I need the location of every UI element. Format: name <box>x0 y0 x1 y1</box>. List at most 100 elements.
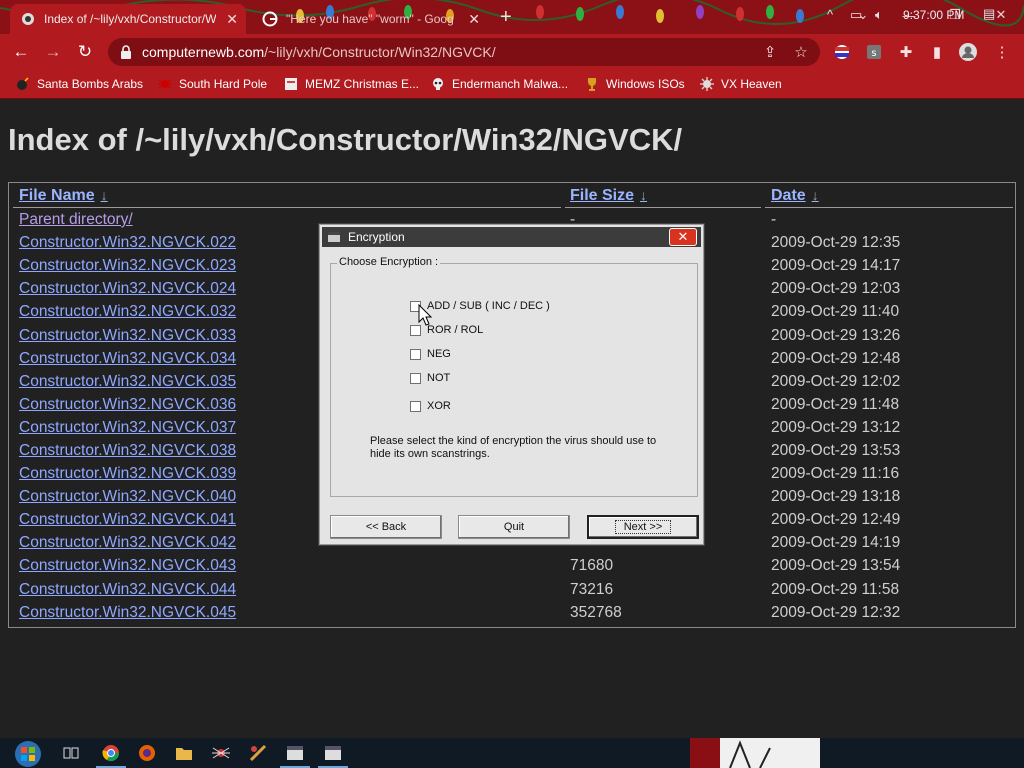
dialog-description: Please select the kind of encryption the… <box>370 435 657 460</box>
tool-app-taskbar-icon[interactable] <box>247 742 269 764</box>
new-tab-button[interactable]: + <box>500 6 512 29</box>
file-link[interactable]: Constructor.Win32.NGVCK.039 <box>19 465 236 483</box>
app-window-icon <box>328 232 340 242</box>
column-header-size[interactable]: File Size ↓ <box>570 187 647 205</box>
file-link[interactable]: Constructor.Win32.NGVCK.034 <box>19 350 236 368</box>
reload-icon[interactable]: ↻ <box>74 41 96 63</box>
next-button-label: Next >> <box>614 520 672 534</box>
checkbox[interactable] <box>410 348 421 360</box>
file-link[interactable]: Constructor.Win32.NGVCK.032 <box>19 303 236 321</box>
bookmark-item[interactable]: MEMZ Christmas E... <box>284 75 419 93</box>
header-divider <box>13 207 561 208</box>
trophy-icon <box>588 78 596 91</box>
bookmark-item[interactable]: South Hard Pole <box>158 75 267 93</box>
side-panel-icon[interactable]: ▮ <box>927 42 947 62</box>
address-bar[interactable]: computernewb.com/~lily/vxh/Constructor/W… <box>108 38 820 66</box>
option-neg[interactable]: NEG <box>410 348 451 360</box>
column-header-name[interactable]: File Name ↓ <box>19 187 108 205</box>
option-xor[interactable]: XOR <box>410 400 451 412</box>
file-link[interactable]: Constructor.Win32.NGVCK.045 <box>19 604 236 622</box>
page-title: Index of /~lily/vxh/Constructor/Win32/NG… <box>8 122 683 157</box>
start-button[interactable] <box>14 740 42 768</box>
next-button[interactable]: Next >> <box>587 515 699 539</box>
profile-avatar-icon[interactable] <box>958 42 978 62</box>
option-not[interactable]: NOT <box>410 372 450 384</box>
lock-icon <box>121 45 131 59</box>
bookmark-label: Santa Bombs Arabs <box>37 77 144 91</box>
file-link[interactable]: Constructor.Win32.NGVCK.033 <box>19 327 236 345</box>
show-hidden-icons-icon[interactable]: ^ <box>827 7 833 22</box>
spider-app-taskbar-icon[interactable] <box>210 742 232 764</box>
file-date-cell: 2009-Oct-29 11:48 <box>771 396 900 413</box>
dialog-title-bar[interactable]: Encryption ✕ <box>322 227 701 247</box>
tab-close-icon[interactable]: ✕ <box>226 11 238 28</box>
file-link[interactable]: Constructor.Win32.NGVCK.022 <box>19 234 236 252</box>
chrome-taskbar-icon[interactable] <box>96 742 126 768</box>
page-icon <box>285 78 297 90</box>
option-label: NOT <box>427 372 451 384</box>
extension-s-icon[interactable]: s <box>864 42 884 62</box>
file-link[interactable]: Constructor.Win32.NGVCK.041 <box>19 511 236 529</box>
task-view-icon[interactable] <box>60 742 82 764</box>
option-label: ADD / SUB ( INC / DEC ) <box>427 300 550 312</box>
file-date-cell: 2009-Oct-29 12:03 <box>771 280 901 297</box>
bookmark-item[interactable]: Endermanch Malwa... <box>431 75 568 93</box>
file-link[interactable]: Constructor.Win32.NGVCK.037 <box>19 419 236 437</box>
tab-title: Index of /~lily/vxh/Constructor/W <box>44 12 216 26</box>
bookmark-item[interactable]: VX Heaven <box>700 75 782 93</box>
action-center-icon[interactable]: ▤ <box>983 6 995 22</box>
network-icon[interactable]: ▭ <box>850 7 862 23</box>
bookmark-item[interactable]: Santa Bombs Arabs <box>16 75 143 93</box>
file-size-cell: 352768 <box>570 604 622 621</box>
quit-button[interactable]: Quit <box>458 515 570 539</box>
bookmark-label: South Hard Pole <box>179 77 268 91</box>
file-date-cell: 2009-Oct-29 13:12 <box>771 419 901 436</box>
tab-google-search[interactable]: "Here you have" "worm" - Goog ✕ <box>252 4 488 34</box>
parent-directory-link[interactable]: Parent directory/ <box>19 211 133 229</box>
desktop-wallpaper-peek <box>690 738 820 768</box>
file-link[interactable]: Constructor.Win32.NGVCK.043 <box>19 557 236 575</box>
menu-kebab-icon[interactable]: ⋮ <box>992 42 1012 62</box>
file-link[interactable]: Constructor.Win32.NGVCK.023 <box>19 257 236 275</box>
bookmark-star-icon[interactable]: ☆ <box>791 42 811 62</box>
bookmark-label: Windows ISOs <box>606 77 685 91</box>
file-date-cell: 2009-Oct-29 11:58 <box>771 581 900 598</box>
checkbox[interactable] <box>410 372 421 384</box>
checkbox[interactable] <box>410 400 421 412</box>
tab-close-icon[interactable]: ✕ <box>468 11 480 28</box>
bookmark-label: MEMZ Christmas E... <box>305 77 420 91</box>
column-header-date[interactable]: Date ↓ <box>771 187 819 205</box>
file-link[interactable]: Constructor.Win32.NGVCK.024 <box>19 280 236 298</box>
share-icon[interactable]: ⇪ <box>760 42 780 62</box>
firefox-taskbar-icon[interactable] <box>136 742 158 764</box>
file-link[interactable]: Constructor.Win32.NGVCK.035 <box>19 373 236 391</box>
file-link[interactable]: Constructor.Win32.NGVCK.038 <box>19 442 236 460</box>
file-explorer-icon[interactable] <box>173 742 195 764</box>
taskbar-clock[interactable]: 9:37:00 PM <box>903 8 964 22</box>
back-arrow-icon[interactable]: ← <box>10 41 32 63</box>
file-date-cell: 2009-Oct-29 13:18 <box>771 488 901 505</box>
flag-extension-icon[interactable] <box>832 42 852 62</box>
file-date-cell: 2009-Oct-29 12:32 <box>771 604 901 621</box>
column-header-label: Date <box>771 187 806 204</box>
volume-icon[interactable]: 🔈︎ <box>875 7 883 23</box>
back-button[interactable]: << Back <box>330 515 442 539</box>
header-divider <box>765 207 1013 208</box>
tab-index[interactable]: Index of /~lily/vxh/Constructor/W ✕ <box>10 4 246 34</box>
url-host: computernewb.com <box>142 44 265 60</box>
forward-arrow-icon[interactable]: → <box>42 41 64 63</box>
option-label: ROR / ROL <box>427 324 484 336</box>
file-size-cell: 73216 <box>570 581 614 598</box>
file-link[interactable]: Constructor.Win32.NGVCK.044 <box>19 581 236 599</box>
checkbox[interactable] <box>410 324 421 336</box>
file-link[interactable]: Constructor.Win32.NGVCK.040 <box>19 488 236 506</box>
mouse-cursor-icon <box>418 304 432 326</box>
window-app-taskbar-icon[interactable] <box>280 742 310 768</box>
window-app-taskbar-icon[interactable] <box>318 742 348 768</box>
dialog-close-button[interactable]: ✕ <box>669 228 697 246</box>
file-link[interactable]: Constructor.Win32.NGVCK.042 <box>19 534 236 552</box>
option-label: NEG <box>427 348 451 360</box>
file-link[interactable]: Constructor.Win32.NGVCK.036 <box>19 396 236 414</box>
bookmark-item[interactable]: Windows ISOs <box>585 75 685 93</box>
extensions-puzzle-icon[interactable]: ✚ <box>896 42 916 62</box>
